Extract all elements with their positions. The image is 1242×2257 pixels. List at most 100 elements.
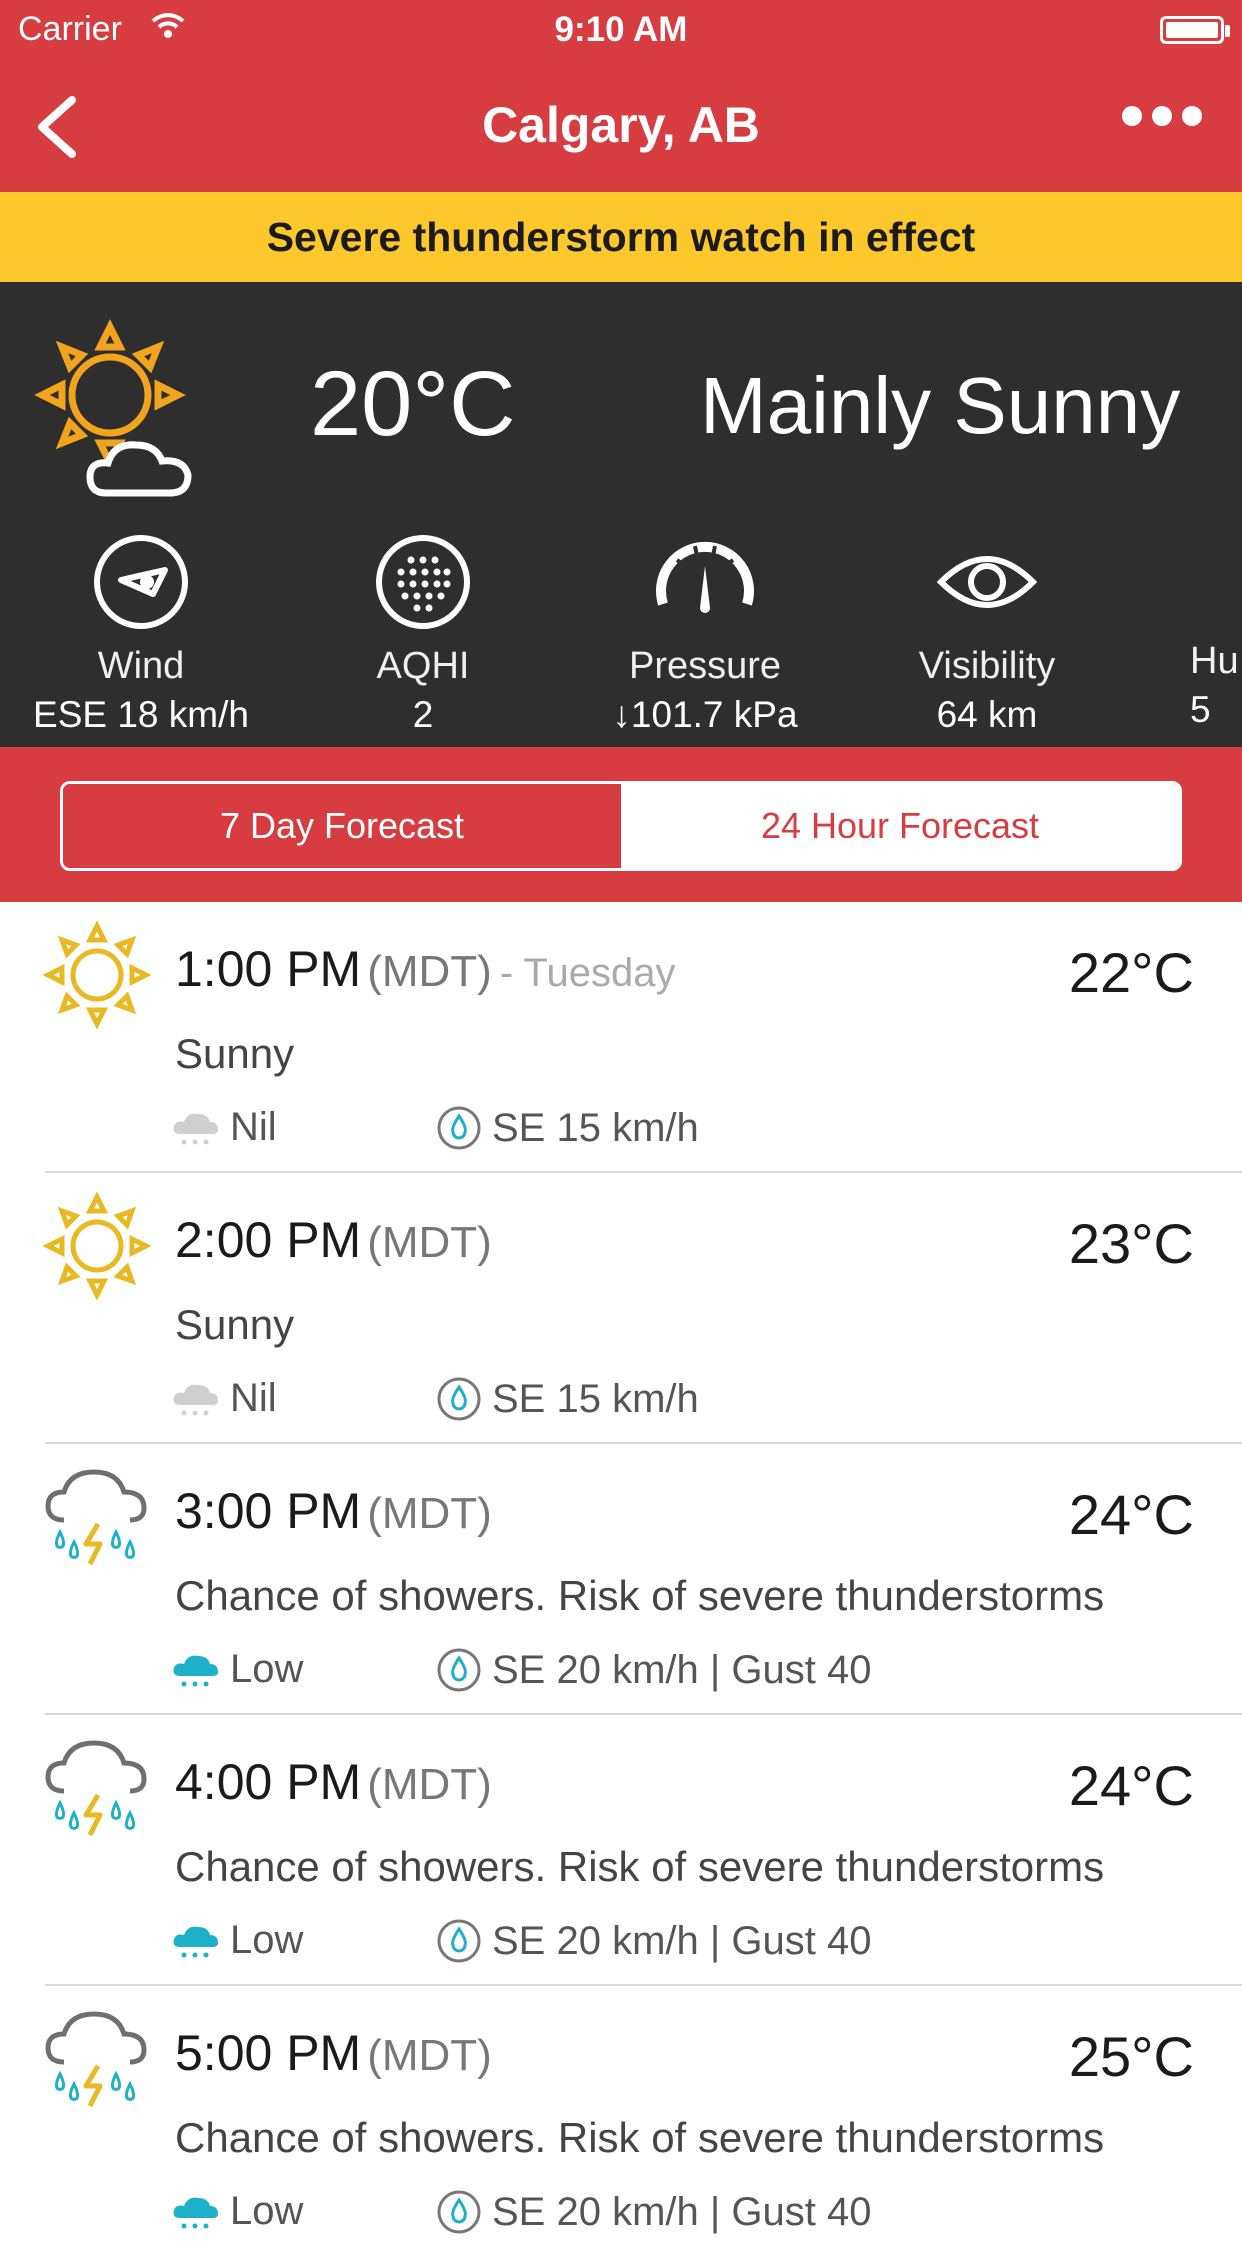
metric-label: Wind: [97, 645, 185, 687]
wind-drop-icon: [437, 1919, 481, 1963]
forecast-wind: SE 20 km/h | Gust 40: [436, 1918, 871, 1964]
forecast-timezone: (MDT): [367, 947, 492, 996]
more-options-button[interactable]: [1122, 106, 1202, 126]
forecast-tab-bar: 7 Day Forecast 24 Hour Forecast: [0, 747, 1242, 902]
wind-value: SE 20 km/h | Gust 40: [492, 1918, 872, 1963]
wind-drop-icon: [437, 2190, 481, 2234]
tab-24-hour-forecast[interactable]: 24 Hour Forecast: [621, 784, 1179, 868]
forecast-time: 5:00 PM: [175, 2025, 362, 2081]
current-conditions-panel: 20°C Mainly Sunny Wind ESE 18 km/h AQHI …: [0, 282, 1242, 747]
metric-humidity[interactable]: Hu 5: [1128, 532, 1242, 731]
forecast-wind: SE 20 km/h | Gust 40: [436, 2189, 871, 2235]
forecast-temperature: 24°C: [1068, 1754, 1194, 1817]
sun-icon: [42, 1191, 152, 1301]
metric-label: Visibility: [918, 645, 1056, 687]
forecast-time: 3:00 PM: [175, 1483, 362, 1539]
wind-drop-icon: [437, 1377, 481, 1421]
cloud-blue-icon: [173, 1655, 218, 1686]
hourly-forecast-list: 1:00 PM (MDT) - Tuesday 22°C Sunny Nil SE …: [0, 902, 1242, 2257]
pressure-gauge-icon: [656, 541, 754, 613]
thunderstorm-icon: [45, 2011, 147, 2108]
metric-label: Pressure: [628, 645, 782, 687]
status-bar: Carrier 9:10 AM: [0, 0, 1242, 62]
forecast-timezone: (MDT): [367, 1489, 492, 1538]
metric-pressure[interactable]: Pressure ↓101.7 kPa: [564, 532, 846, 736]
cloud-blue-icon: [173, 2197, 218, 2228]
metric-value: ↓101.7 kPa: [612, 694, 798, 735]
metric-value: 2: [412, 694, 434, 735]
more-dot-icon: [1122, 106, 1142, 126]
forecast-wind: SE 15 km/h: [436, 1105, 699, 1151]
page-title: Calgary, AB: [482, 97, 760, 153]
forecast-precip: Low: [170, 1647, 303, 1692]
forecast-row[interactable]: 4:00 PM (MDT) 24°C Chance of showers. Ris…: [0, 1715, 1242, 1986]
forecast-temperature: 24°C: [1068, 1483, 1194, 1546]
cloud-grey-icon: [173, 1384, 218, 1415]
forecast-condition: Chance of showers. Risk of severe thunde…: [175, 1572, 1105, 1619]
forecast-temperature: 23°C: [1068, 1212, 1194, 1275]
metric-value: 5: [1190, 689, 1211, 730]
more-dot-icon: [1152, 106, 1172, 126]
precip-value: Low: [230, 1918, 304, 1962]
precip-value: Low: [230, 2189, 304, 2233]
forecast-time: 1:00 PM: [175, 941, 362, 997]
metric-label: Hu: [1190, 640, 1239, 682]
forecast-row[interactable]: 1:00 PM (MDT) - Tuesday 22°C Sunny Nil SE …: [0, 902, 1242, 1173]
wind-value: SE 20 km/h | Gust 40: [492, 1647, 872, 1692]
wind-drop-icon: [437, 1106, 481, 1150]
forecast-time: 2:00 PM: [175, 1212, 362, 1268]
forecast-condition: Chance of showers. Risk of severe thunde…: [175, 1843, 1105, 1890]
status-time: 9:10 AM: [554, 10, 688, 49]
precip-value: Low: [230, 1647, 304, 1691]
wind-value: SE 20 km/h | Gust 40: [492, 2189, 872, 2234]
forecast-time: 4:00 PM: [175, 1754, 362, 1810]
battery-tip: [1225, 25, 1230, 37]
sun-icon: [42, 920, 152, 1030]
metric-value: 64 km: [936, 694, 1038, 735]
tab-7-day-forecast[interactable]: 7 Day Forecast: [63, 784, 621, 868]
thunderstorm-icon: [45, 1740, 147, 1837]
metric-value: ESE 18 km/h: [33, 694, 249, 735]
metric-visibility[interactable]: Visibility 64 km: [846, 532, 1128, 736]
cloud-grey-icon: [173, 1113, 218, 1144]
forecast-timezone: (MDT): [367, 1760, 492, 1809]
precip-value: Nil: [230, 1376, 277, 1420]
battery-icon: [1160, 16, 1224, 44]
forecast-condition: Chance of showers. Risk of severe thunde…: [175, 2114, 1105, 2161]
forecast-row[interactable]: 5:00 PM (MDT) 25°C Chance of showers. Ris…: [0, 1986, 1242, 2257]
forecast-temperature: 22°C: [1068, 941, 1194, 1004]
forecast-segmented-control: 7 Day Forecast 24 Hour Forecast: [60, 781, 1182, 871]
current-condition: Mainly Sunny: [700, 361, 1181, 450]
forecast-timezone: (MDT): [367, 2031, 492, 2080]
forecast-precip: Low: [170, 1918, 303, 1963]
aqhi-icon: [376, 535, 470, 629]
forecast-wind: SE 20 km/h | Gust 40: [436, 1647, 871, 1693]
cloud-blue-icon: [173, 1926, 218, 1957]
wind-drop-icon: [437, 1648, 481, 1692]
wind-icon: [94, 535, 188, 629]
forecast-condition: Sunny: [175, 1301, 295, 1348]
humidity-icon: [1190, 532, 1242, 632]
forecast-day: - Tuesday: [499, 951, 676, 995]
forecast-wind: SE 15 km/h: [436, 1376, 699, 1422]
current-temperature: 20°C: [310, 353, 516, 455]
forecast-timezone: (MDT): [367, 1218, 492, 1267]
metric-wind[interactable]: Wind ESE 18 km/h: [0, 532, 282, 736]
more-dot-icon: [1182, 106, 1202, 126]
forecast-row[interactable]: 2:00 PM (MDT) 23°C Sunny Nil SE 15 km/h: [0, 1173, 1242, 1444]
eye-icon: [936, 556, 1038, 608]
metric-aqhi[interactable]: AQHI 2: [282, 532, 564, 736]
weather-alert-banner[interactable]: Severe thunderstorm watch in effect: [0, 192, 1242, 282]
metric-label: AQHI: [376, 645, 470, 687]
forecast-temperature: 25°C: [1068, 2025, 1194, 2088]
sun-cloud-icon: [34, 319, 192, 497]
navigation-bar: Calgary, AB: [0, 62, 1242, 192]
wind-value: SE 15 km/h: [492, 1376, 699, 1421]
forecast-condition: Sunny: [175, 1030, 295, 1077]
wind-value: SE 15 km/h: [492, 1105, 699, 1150]
precip-value: Nil: [230, 1105, 277, 1149]
thunderstorm-icon: [45, 1469, 147, 1566]
forecast-precip: Low: [170, 2189, 303, 2234]
forecast-row[interactable]: 3:00 PM (MDT) 24°C Chance of showers. Ris…: [0, 1444, 1242, 1715]
forecast-precip: Nil: [170, 1376, 277, 1421]
